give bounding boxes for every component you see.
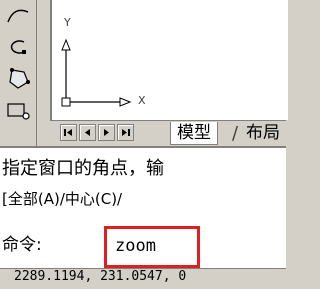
right-arrow-icon [104, 129, 109, 136]
drawing-canvas[interactable]: Y X [50, 0, 288, 120]
boundary-tool-button[interactable] [4, 98, 32, 124]
layout-tab-bar: 模型 / 布局 [50, 120, 286, 145]
command-history-line-1: 指定窗口的角点，输 [2, 158, 164, 179]
draw-toolbar [0, 0, 37, 152]
status-bar: 2289.1194, 231.0547, 0 [0, 268, 286, 289]
tab-model[interactable]: 模型 [170, 122, 218, 145]
polygon-select-tool-button[interactable] [4, 66, 32, 92]
prev-tab-button[interactable] [79, 124, 96, 141]
boundary-icon [7, 103, 30, 120]
tab-separator: / [232, 123, 239, 144]
arc-icon [7, 9, 29, 23]
ucs-y-label: Y [64, 16, 71, 29]
command-input-value: zoom [115, 236, 156, 256]
command-line: 命令: zoom [0, 226, 286, 268]
polygon-select-icon [9, 68, 30, 89]
ucs-x-label: X [138, 94, 146, 107]
revision-cloud-tool-button[interactable] [4, 34, 32, 60]
command-input[interactable]: zoom [104, 226, 200, 268]
command-prompt-label: 命令: [2, 235, 42, 255]
arc-tool-button[interactable] [4, 2, 32, 28]
last-arrow-icon [122, 129, 130, 136]
first-arrow-icon [64, 129, 72, 136]
left-arrow-icon [85, 129, 90, 136]
command-history-line-2: [全部(A)/中心(C)/ [2, 190, 123, 208]
first-tab-button[interactable] [60, 124, 77, 141]
revision-cloud-icon [10, 40, 26, 54]
command-window: 指定窗口的角点，输 [全部(A)/中心(C)/ 命令: zoom [0, 146, 286, 268]
tab-layout[interactable]: 布局 [240, 122, 286, 144]
last-tab-button[interactable] [117, 124, 134, 141]
next-tab-button[interactable] [98, 124, 115, 141]
ucs-icon [61, 38, 132, 107]
coordinate-readout: 2289.1194, 231.0547, 0 [14, 269, 187, 284]
